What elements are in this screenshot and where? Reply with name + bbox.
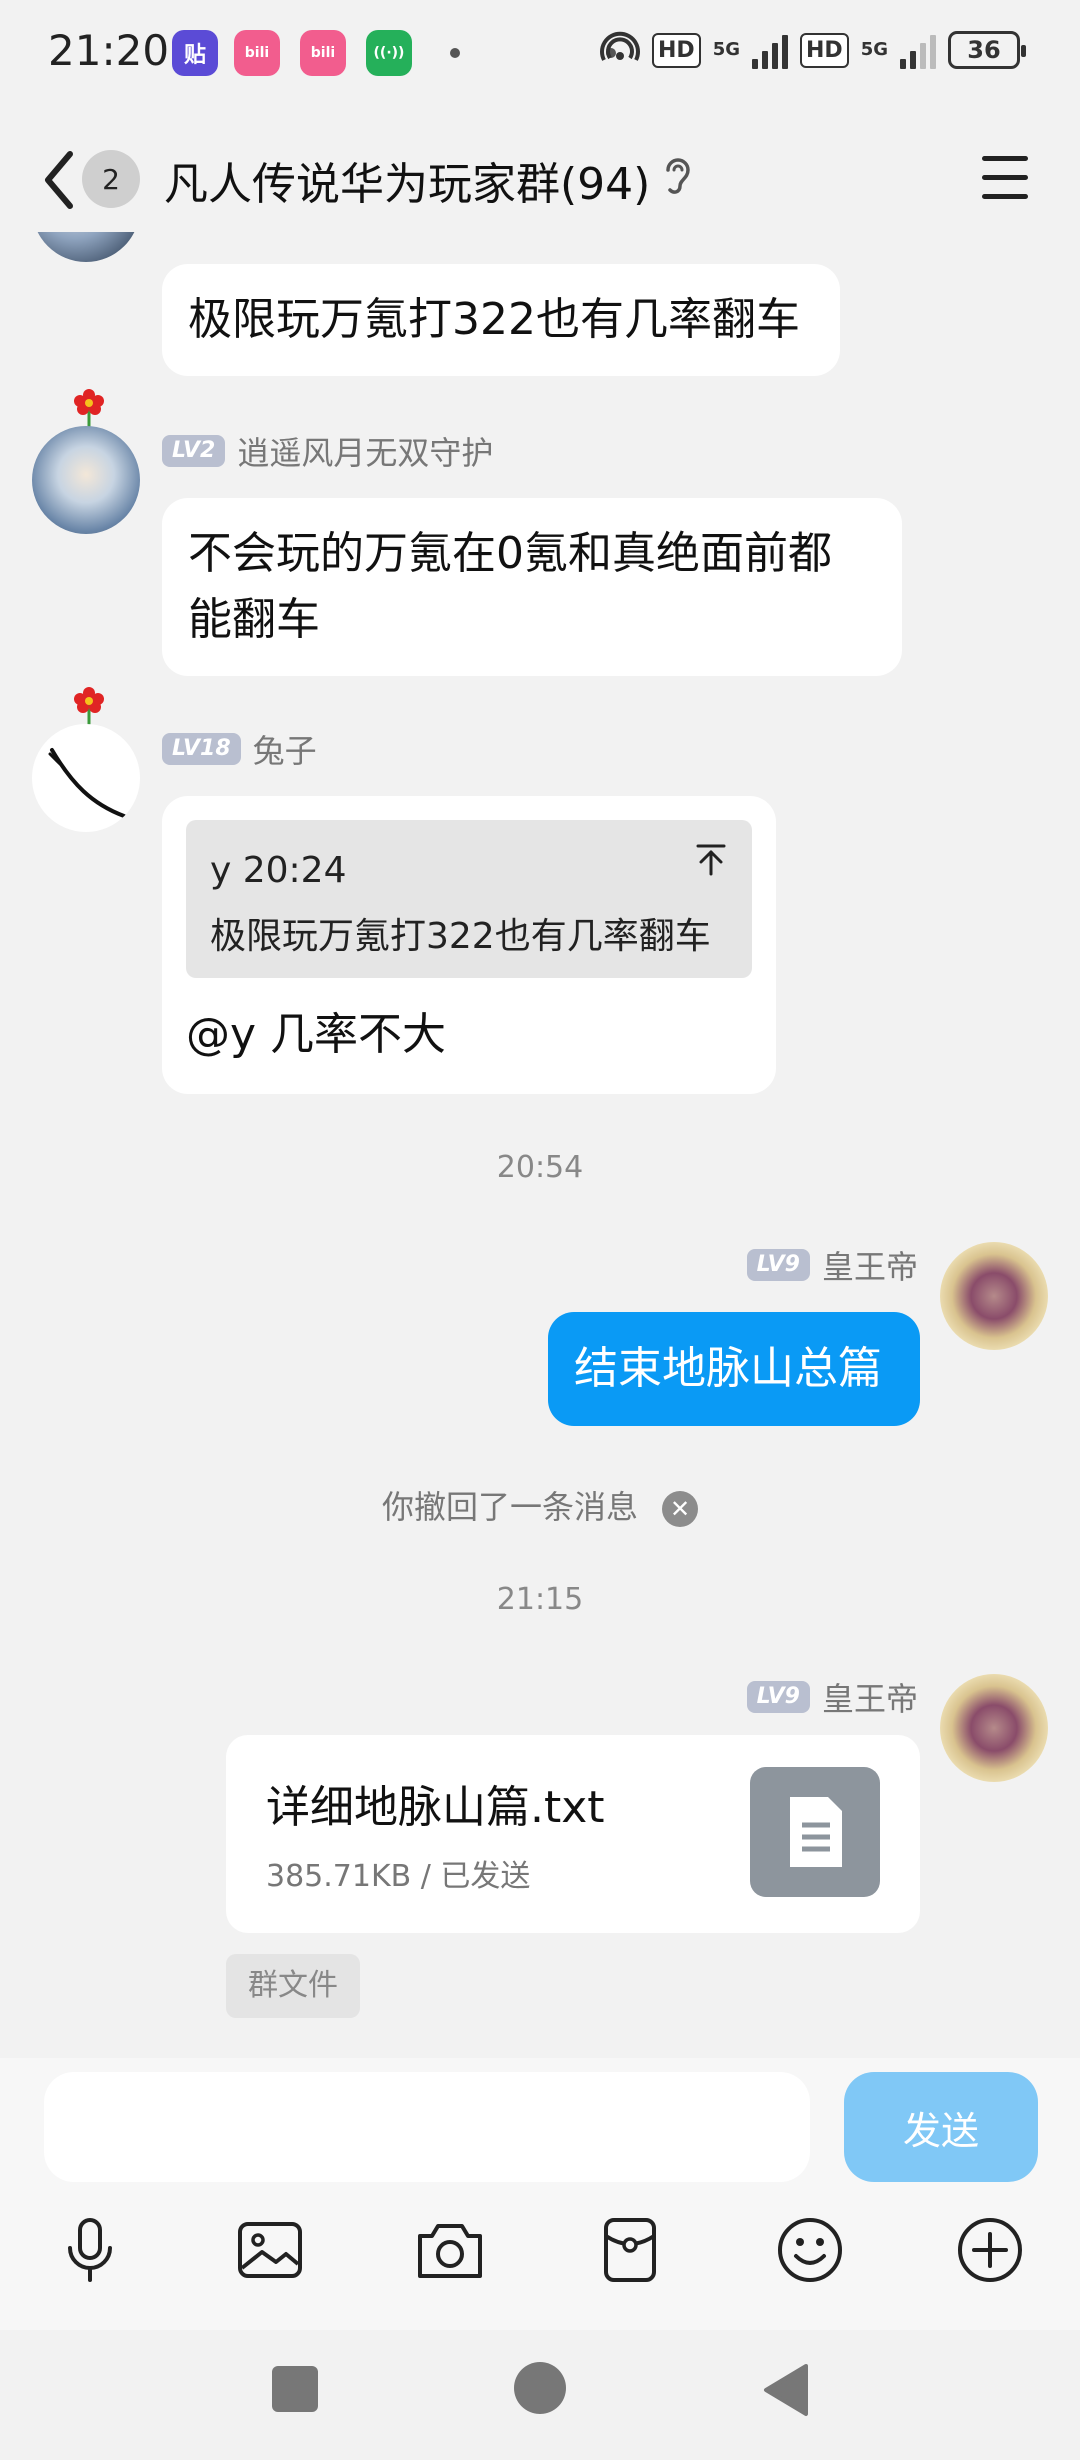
chat-header: 2 凡人传说华为玩家群(94) xyxy=(0,130,1080,230)
level-badge: LV2 xyxy=(162,435,226,467)
sender-info: LV9 皇王帝 xyxy=(746,1674,918,1720)
sender-name[interactable]: 皇王帝 xyxy=(822,1674,918,1720)
notification-dot-icon xyxy=(450,48,460,58)
message-bubble[interactable]: 极限玩万氪打322也有几率翻车 xyxy=(162,264,840,376)
input-area: 发送 xyxy=(0,2058,1080,2330)
unread-count-badge[interactable]: 2 xyxy=(82,150,140,208)
message-bubble[interactable]: y 20:24 极限玩万氪打322也有几率翻车 @y 几率不大 xyxy=(162,796,776,1094)
recents-button[interactable] xyxy=(272,2366,318,2412)
hd-badge: HD xyxy=(652,32,701,68)
avatar[interactable] xyxy=(940,1242,1048,1350)
camera-icon[interactable] xyxy=(412,2212,488,2288)
file-meta: 385.71KB / 已发送 xyxy=(266,1859,531,1894)
message-text: @y 几率不大 xyxy=(186,1009,447,1060)
image-icon[interactable] xyxy=(232,2212,308,2288)
plus-icon[interactable] xyxy=(952,2212,1028,2288)
bilibili-icon: bili xyxy=(300,30,346,76)
file-message-card[interactable]: 详细地脉山篇.txt 385.71KB / 已发送 xyxy=(226,1735,920,1933)
message-text: 结束地脉山总篇 xyxy=(574,1343,882,1394)
nav-back-button[interactable] xyxy=(758,2360,812,2420)
flower-badge-icon xyxy=(74,687,104,726)
red-packet-icon[interactable] xyxy=(592,2212,668,2288)
status-time: 21:20 xyxy=(48,26,170,75)
sender-name[interactable]: 逍遥风月无双守护 xyxy=(237,428,493,474)
message-text: 能翻车 xyxy=(188,594,320,645)
hd-badge: HD xyxy=(800,32,849,68)
sender-info: LV2 逍遥风月无双守护 xyxy=(162,428,493,474)
message-input[interactable] xyxy=(44,2072,810,2182)
recall-notice: 你撤回了一条消息 ✕ xyxy=(0,1482,1080,1528)
sender-info: LV9 皇王帝 xyxy=(746,1242,918,1288)
file-name: 详细地脉山篇.txt xyxy=(266,1782,605,1833)
wifi-app-icon: ((·)) xyxy=(366,30,412,76)
message-bubble[interactable]: 结束地脉山总篇 xyxy=(548,1312,920,1426)
document-icon xyxy=(750,1767,880,1897)
message-text: 极限玩万氪打322也有几率翻车 xyxy=(188,294,800,345)
tieba-icon: 贴 xyxy=(172,30,218,76)
microphone-icon[interactable] xyxy=(52,2212,128,2288)
chat-list[interactable]: 极限玩万氪打322也有几率翻车 LV2 逍遥风月无双守护 不会玩的万氪在0氪和真… xyxy=(0,232,1080,2057)
ear-icon[interactable] xyxy=(660,154,696,200)
sender-info: LV18 兔子 xyxy=(162,726,317,772)
network-type: 5G xyxy=(712,39,740,60)
status-indicators: HD 5G HD 5G 36 xyxy=(600,30,1026,70)
group-file-tag[interactable]: 群文件 xyxy=(226,1954,360,2018)
menu-icon[interactable] xyxy=(982,156,1028,202)
avatar[interactable] xyxy=(32,426,140,534)
signal-icon xyxy=(752,31,788,69)
signal-icon xyxy=(900,31,936,69)
battery-icon: 36 xyxy=(948,31,1026,69)
level-badge: LV9 xyxy=(746,1249,810,1281)
quote-text: 极限玩万氪打322也有几率翻车 xyxy=(210,916,711,957)
hotspot-icon xyxy=(600,31,640,61)
sender-name[interactable]: 兔子 xyxy=(253,726,317,772)
quoted-message[interactable]: y 20:24 极限玩万氪打322也有几率翻车 xyxy=(186,820,752,978)
timestamp: 20:54 xyxy=(496,1150,584,1185)
quote-header: y 20:24 xyxy=(210,850,347,891)
message-bubble[interactable]: 不会玩的万氪在0氪和真绝面前都 能翻车 xyxy=(162,498,902,676)
jump-to-top-icon[interactable] xyxy=(694,842,728,876)
page-title[interactable]: 凡人传说华为玩家群(94) xyxy=(164,148,650,212)
emoji-icon[interactable] xyxy=(772,2212,848,2288)
status-bar: 21:20 贴 bili bili ((·)) HD 5G HD 5G 36 xyxy=(0,0,1080,110)
avatar[interactable] xyxy=(32,724,140,832)
avatar[interactable] xyxy=(32,232,140,262)
system-nav-bar xyxy=(0,2330,1080,2460)
close-icon[interactable]: ✕ xyxy=(662,1491,698,1527)
network-type: 5G xyxy=(860,39,888,60)
send-button[interactable]: 发送 xyxy=(844,2072,1038,2182)
recall-text: 你撤回了一条消息 xyxy=(381,1488,638,1526)
flower-badge-icon xyxy=(74,389,104,428)
level-badge: LV18 xyxy=(162,733,241,765)
bilibili-icon: bili xyxy=(234,30,280,76)
level-badge: LV9 xyxy=(746,1681,810,1713)
message-text: 不会玩的万氪在0氪和真绝面前都 xyxy=(188,528,832,579)
home-button[interactable] xyxy=(514,2362,566,2414)
sender-name[interactable]: 皇王帝 xyxy=(822,1242,918,1288)
avatar[interactable] xyxy=(940,1674,1048,1782)
timestamp: 21:15 xyxy=(496,1582,584,1617)
